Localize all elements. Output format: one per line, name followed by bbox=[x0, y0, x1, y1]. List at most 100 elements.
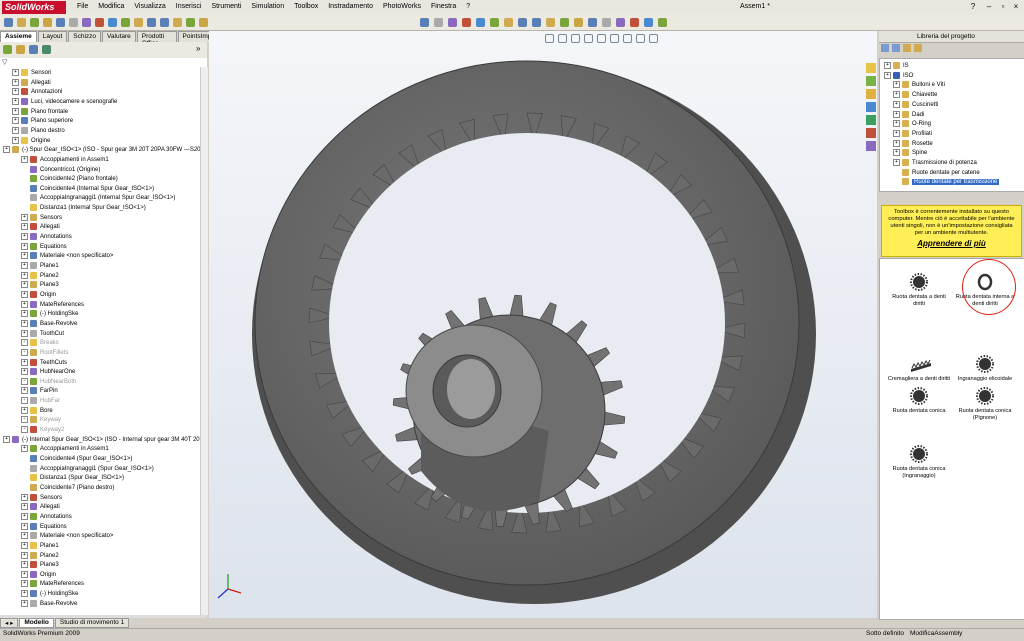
learn-more-link[interactable]: Apprendere di più bbox=[882, 239, 1021, 248]
expand-toggle-icon[interactable]: + bbox=[21, 590, 28, 598]
library-node[interactable]: + Rosette bbox=[893, 139, 933, 150]
library-node[interactable]: Ruote dentate per catene bbox=[902, 168, 980, 179]
toolbar-button-icon[interactable] bbox=[658, 18, 667, 27]
expand-toggle-icon[interactable]: + bbox=[21, 493, 28, 501]
graphics-area[interactable] bbox=[209, 31, 877, 618]
tree-node[interactable]: + Plane2 bbox=[21, 271, 59, 282]
expand-toggle-icon[interactable]: + bbox=[893, 91, 900, 99]
close-icon[interactable]: × bbox=[1011, 2, 1021, 12]
tree-node[interactable]: + Sensori bbox=[12, 69, 51, 79]
tree-node[interactable]: + Plane1 bbox=[21, 262, 59, 272]
toolbar-button-icon[interactable] bbox=[574, 18, 583, 27]
toolbar-button-icon[interactable] bbox=[490, 18, 499, 27]
toolbar-button-icon[interactable] bbox=[160, 18, 169, 27]
expand-toggle-icon[interactable]: + bbox=[12, 117, 19, 125]
tab-assieme[interactable]: Assieme bbox=[0, 31, 37, 42]
tab-modello[interactable]: Modello bbox=[19, 618, 54, 628]
toolbox-part[interactable]: Ruota dentata a denti diritti bbox=[886, 273, 952, 308]
toolbar-button-icon[interactable] bbox=[420, 18, 429, 27]
expand-toggle-icon[interactable]: + bbox=[884, 71, 891, 79]
back-icon[interactable] bbox=[881, 44, 889, 52]
tree-node[interactable]: + Origine bbox=[12, 136, 50, 147]
toolbar-button-icon[interactable] bbox=[602, 18, 611, 27]
tab-scroll-arrows-icon[interactable]: ◂ ▸ bbox=[0, 618, 19, 628]
toolbar-button-icon[interactable] bbox=[186, 18, 195, 27]
library-node[interactable]: + Chiavette bbox=[893, 91, 937, 101]
expand-toggle-icon[interactable]: + bbox=[21, 348, 28, 356]
tree-node[interactable]: + (-) Spur Gear_ISO<1> (ISO - Spur gear 3… bbox=[3, 146, 207, 156]
expand-toggle-icon[interactable]: + bbox=[12, 69, 19, 76]
tree-node[interactable]: + Keyway bbox=[21, 416, 61, 426]
tree-node[interactable]: + Bore bbox=[21, 406, 53, 417]
library-node[interactable]: + Trasmissione di potenza bbox=[893, 159, 977, 169]
toolbar-button-icon[interactable] bbox=[546, 18, 555, 27]
tree-node[interactable]: + Materiale <non specificato> bbox=[21, 252, 113, 262]
toolbar-button-icon[interactable] bbox=[476, 18, 485, 27]
toolbar-button-icon[interactable] bbox=[4, 18, 13, 27]
tree-node[interactable]: + Breaks bbox=[21, 339, 59, 349]
menu-item[interactable]: ? bbox=[461, 3, 475, 10]
tree-node[interactable]: + ToothCut bbox=[21, 329, 64, 340]
chevron-right-icon[interactable]: » bbox=[196, 44, 200, 53]
tree-node[interactable]: + Plane3 bbox=[21, 561, 59, 571]
expand-toggle-icon[interactable]: + bbox=[21, 445, 28, 453]
toolbar-button-icon[interactable] bbox=[644, 18, 653, 27]
custom-properties-icon[interactable] bbox=[866, 141, 876, 151]
tree-node[interactable]: Distanza1 (Spur Gear_ISO<1>) bbox=[30, 474, 124, 484]
tree-node[interactable]: + Accoppiamenti in Assem1 bbox=[21, 445, 109, 455]
library-node[interactable]: Ruote dentate per trasmissione bbox=[902, 178, 1000, 188]
expand-toggle-icon[interactable]: + bbox=[3, 435, 10, 443]
expand-toggle-icon[interactable]: + bbox=[21, 339, 28, 347]
tree-node[interactable]: + Plane1 bbox=[21, 541, 59, 552]
library-node[interactable]: + O-Ring bbox=[893, 120, 931, 130]
tree-node[interactable]: + MateReferences bbox=[21, 300, 84, 311]
library-node[interactable]: + ISO bbox=[884, 71, 913, 82]
expand-toggle-icon[interactable]: + bbox=[12, 78, 19, 86]
expand-toggle-icon[interactable]: + bbox=[21, 426, 28, 434]
tree-node[interactable]: + Allegati bbox=[12, 78, 51, 89]
tree-node[interactable]: + Sensors bbox=[21, 493, 62, 504]
tree-node[interactable]: AccoppiaIngranaggi1 (Internal Spur Gear_… bbox=[30, 194, 175, 204]
tree-node[interactable]: + Annotations bbox=[21, 233, 72, 243]
tree-node[interactable]: + Equations bbox=[21, 522, 67, 533]
tree-node[interactable]: + Equations bbox=[21, 242, 67, 253]
tree-node[interactable]: + Materiale <non specificato> bbox=[21, 532, 113, 542]
toolbar-button-icon[interactable] bbox=[69, 18, 78, 27]
toolbar-button-icon[interactable] bbox=[43, 18, 52, 27]
toolbar-button-icon[interactable] bbox=[30, 18, 39, 27]
tree-node[interactable]: + HubNearOne bbox=[21, 368, 75, 378]
tree-node[interactable]: + Plane3 bbox=[21, 281, 59, 291]
expand-toggle-icon[interactable]: + bbox=[21, 406, 28, 414]
add-location-icon[interactable] bbox=[914, 44, 922, 52]
tree-node[interactable]: Concentrico1 (Origine) bbox=[30, 165, 100, 176]
library-node[interactable]: + IS bbox=[884, 62, 909, 72]
menu-item[interactable]: Toolbox bbox=[289, 3, 323, 10]
expand-toggle-icon[interactable]: + bbox=[12, 88, 19, 96]
expand-toggle-icon[interactable]: + bbox=[21, 242, 28, 250]
toolbox-part[interactable]: Ruota dentata conica (Pignone) bbox=[952, 387, 1018, 422]
menu-item[interactable]: Strumenti bbox=[206, 3, 246, 10]
expand-toggle-icon[interactable]: + bbox=[21, 416, 28, 424]
menu-item[interactable]: Finestra bbox=[426, 3, 461, 10]
menu-item[interactable]: Simulation bbox=[246, 3, 289, 10]
tree-node[interactable]: + HubNearBoth bbox=[21, 377, 76, 388]
tree-node[interactable]: + Piano destro bbox=[12, 126, 65, 137]
expand-toggle-icon[interactable]: + bbox=[893, 81, 900, 89]
expand-toggle-icon[interactable]: + bbox=[21, 541, 28, 549]
expand-toggle-icon[interactable]: + bbox=[21, 397, 28, 405]
expand-toggle-icon[interactable]: + bbox=[21, 503, 28, 511]
expand-toggle-icon[interactable]: + bbox=[12, 136, 19, 144]
design-library-icon[interactable] bbox=[866, 76, 876, 86]
toolbar-button-icon[interactable] bbox=[588, 18, 597, 27]
expand-toggle-icon[interactable]: + bbox=[21, 358, 28, 366]
restore-icon[interactable]: ▫ bbox=[998, 2, 1008, 12]
library-node[interactable]: + Cuscinetti bbox=[893, 100, 938, 111]
tree-node[interactable]: + Luci, videocamere e scenografie bbox=[12, 97, 117, 108]
expand-toggle-icon[interactable]: + bbox=[21, 155, 28, 163]
solidworks-logo[interactable]: SolidWorks bbox=[2, 1, 66, 14]
expand-toggle-icon[interactable]: + bbox=[21, 300, 28, 308]
view-palette-icon[interactable] bbox=[866, 115, 876, 125]
toolbox-part[interactable]: Ruota dentata conica bbox=[886, 387, 952, 415]
tree-node[interactable]: + HubFar bbox=[21, 397, 60, 407]
expand-toggle-icon[interactable]: + bbox=[21, 281, 28, 289]
